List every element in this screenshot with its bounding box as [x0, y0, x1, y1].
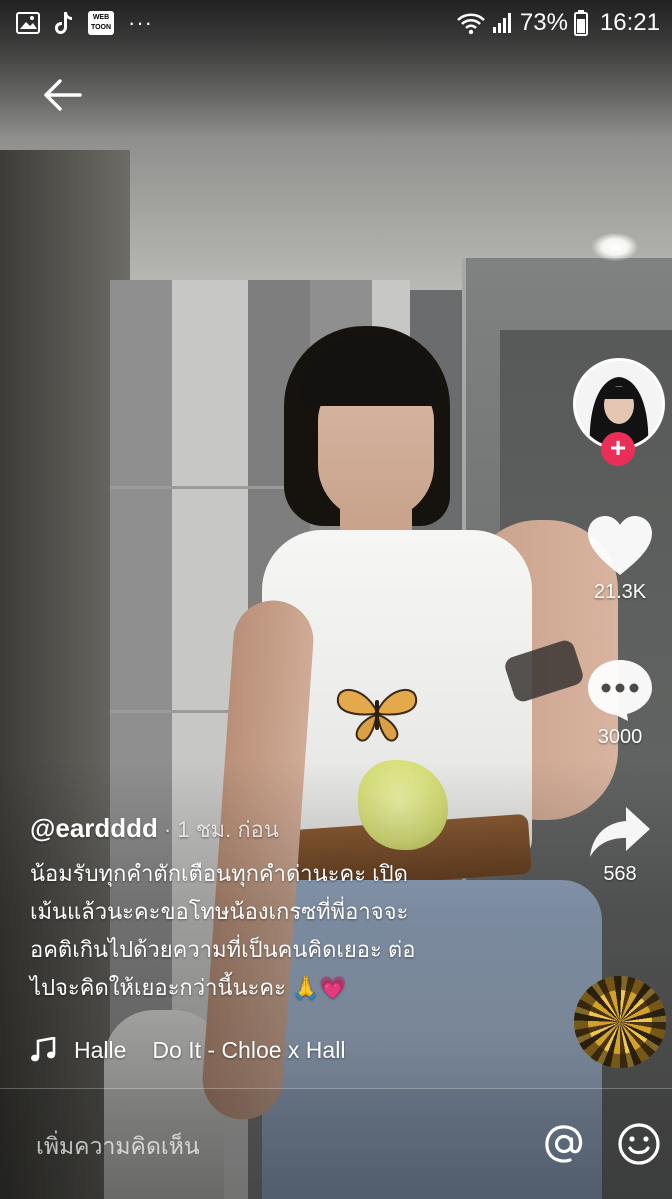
music-title: Do It - Chloe x Hall [152, 1036, 346, 1063]
share-button[interactable]: 568 [570, 805, 670, 886]
music-disc-icon[interactable] [574, 976, 666, 1068]
caption-text: น้อมรับทุกคำตักเตือนทุกคำด่านะคะ เปิด เม… [30, 855, 550, 1008]
music-marquee: Halle Do It - Chloe x Hall [74, 1037, 345, 1064]
creator-avatar-group: + [573, 358, 665, 466]
back-button[interactable] [36, 72, 88, 118]
music-info-link[interactable]: Halle Do It - Chloe x Hall [30, 1033, 550, 1067]
at-sign-icon [545, 1125, 583, 1163]
clock: 16:21 [599, 9, 660, 36]
system-indicators: 73% 16:21 [456, 7, 660, 39]
mention-button[interactable] [542, 1122, 586, 1166]
wifi-icon [456, 11, 486, 35]
arrow-left-icon [44, 79, 82, 111]
tiktok-icon [54, 11, 74, 35]
status-bar: WEB TOON ··· 73% 16:21 [0, 0, 672, 46]
follow-button[interactable]: + [601, 432, 635, 466]
comment-bar: เพิ่มความคิดเห็น [0, 1089, 672, 1199]
emoji-button[interactable] [617, 1122, 661, 1166]
gallery-icon [16, 12, 40, 34]
caption-emojis: 🙏💗 [292, 976, 347, 1001]
caption-body: น้อมรับทุกคำตักเตือนทุกคำด่านะคะ เปิด เม… [30, 861, 416, 1000]
comment-bubble-icon [588, 660, 652, 721]
heart-icon [588, 516, 652, 575]
like-button[interactable]: 21.3K [570, 515, 670, 604]
share-arrow-icon [590, 807, 650, 857]
comments-button[interactable]: 3000 [570, 658, 670, 749]
emoji-smile-icon [618, 1123, 660, 1165]
username-link[interactable]: @eardddd [30, 813, 158, 844]
notification-icons: WEB TOON ··· [16, 9, 153, 37]
music-fragment: Halle [74, 1036, 127, 1063]
author-line: @eardddd · 1 ชม. ก่อน [30, 812, 550, 847]
share-count: 568 [603, 863, 637, 885]
signal-icon [492, 12, 514, 34]
music-note-icon [31, 1037, 56, 1062]
comment-input[interactable]: เพิ่มความคิดเห็น [36, 1129, 496, 1163]
butterfly-print [336, 689, 418, 742]
comment-count: 3000 [597, 726, 643, 748]
battery-icon [573, 10, 588, 36]
battery-percent: 73% [519, 9, 568, 36]
more-notifications-icon: ··· [128, 10, 153, 35]
post-time: · 1 ชม. ก่อน [163, 817, 279, 842]
webtoon-icon: WEB TOON [88, 11, 114, 35]
like-count: 21.3K [593, 581, 647, 603]
video-caption-block: @eardddd · 1 ชม. ก่อน น้อมรับทุกคำตักเตื… [30, 812, 550, 1008]
tiktok-video-screen: WEB TOON ··· 73% 16:21 + 21.3K 3000 568 … [0, 0, 672, 1199]
